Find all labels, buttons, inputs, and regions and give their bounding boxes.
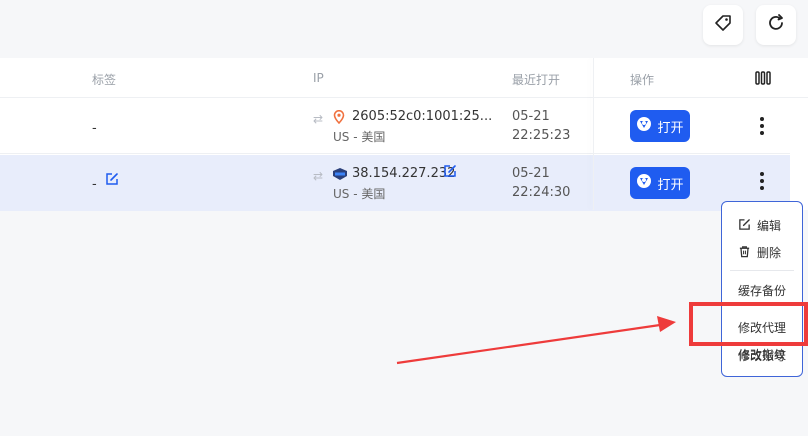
annotation-arrow bbox=[396, 316, 676, 365]
